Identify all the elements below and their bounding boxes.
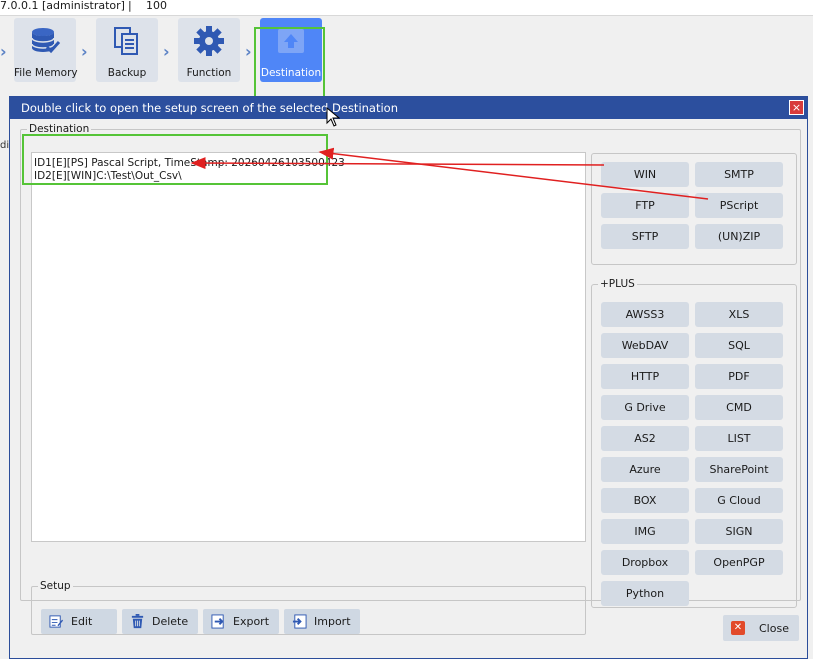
arrow-pscript-to-id1 (318, 147, 709, 200)
annotation-arrows (190, 147, 709, 200)
arrow-win-to-id2 (190, 157, 605, 170)
mouse-cursor-icon (326, 107, 340, 127)
